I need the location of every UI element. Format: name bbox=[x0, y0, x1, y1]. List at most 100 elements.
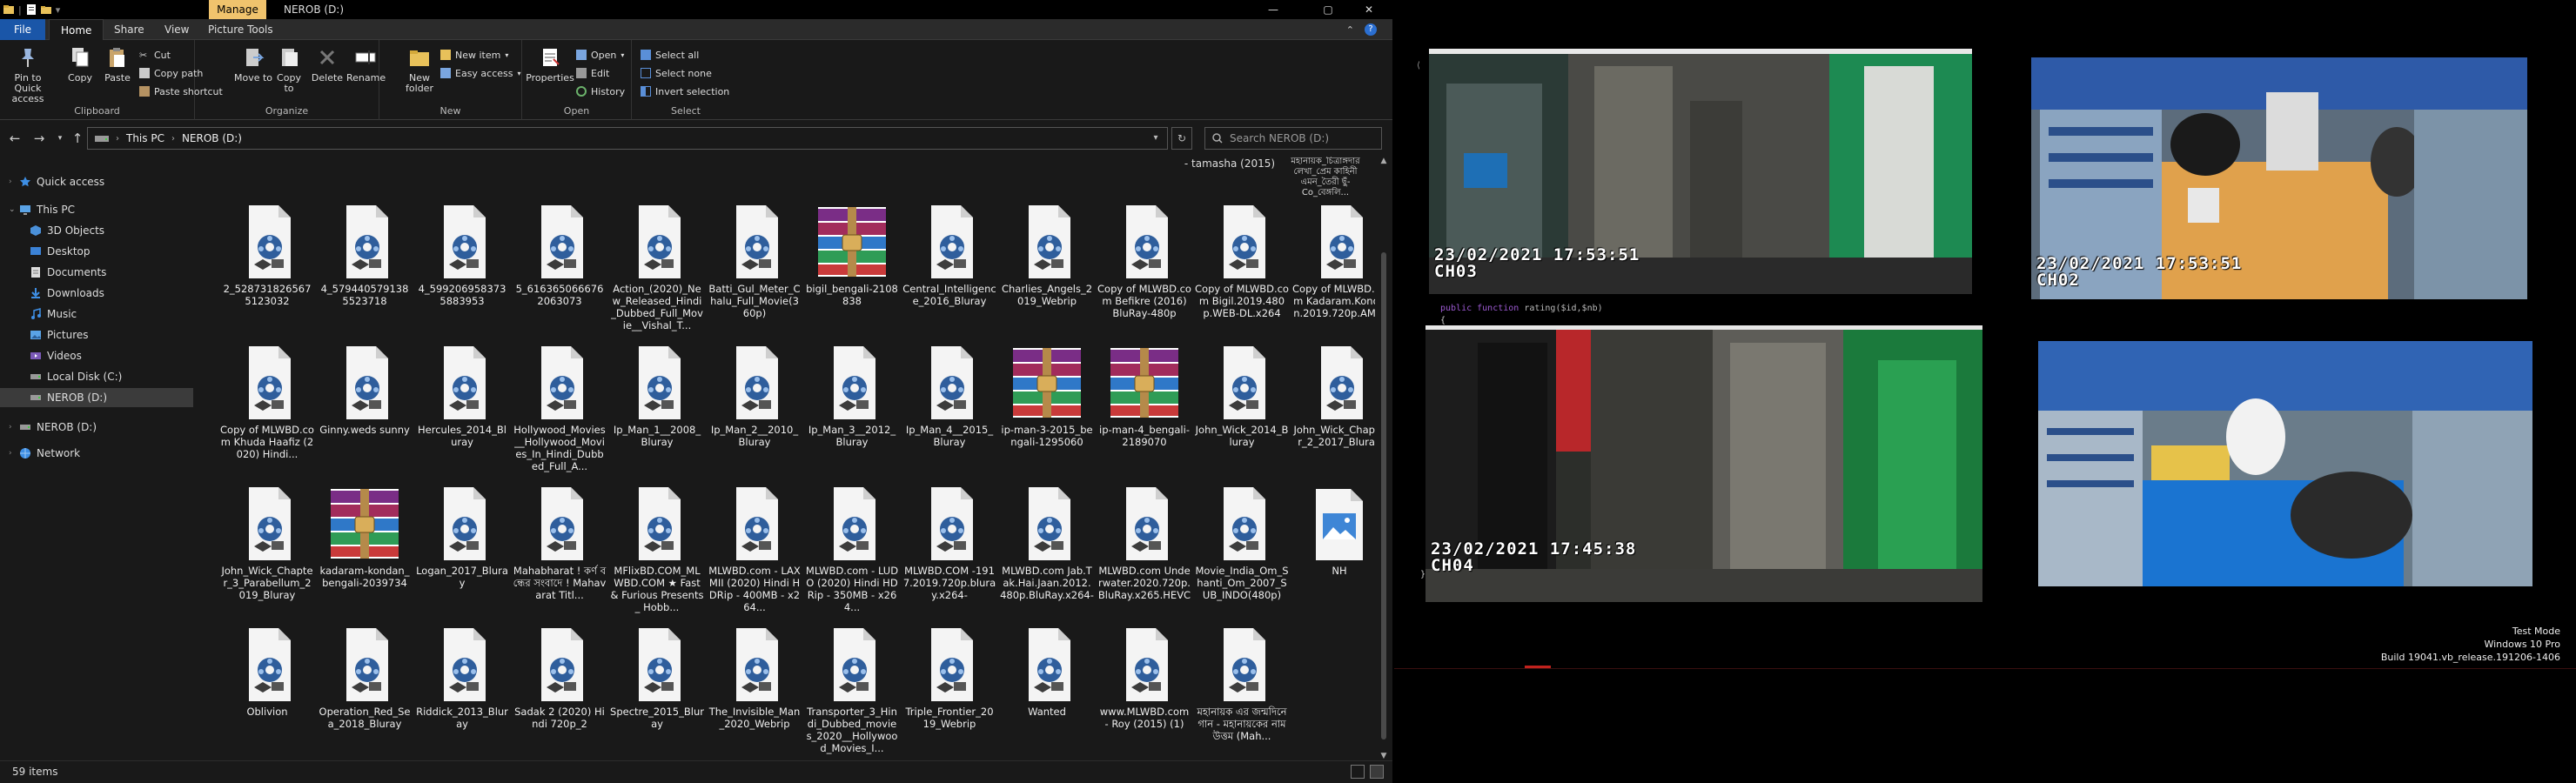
history-button[interactable]: History bbox=[576, 84, 625, 99]
file-item[interactable]: John_Wick_Chapter_3_Parabellum_2019_Blur… bbox=[219, 485, 315, 625]
file-item[interactable]: Mahabharat ! কৰ্ণ বন্ধের সংবাদে ! Mahava… bbox=[512, 485, 607, 625]
large-icons-view-icon[interactable] bbox=[1370, 765, 1384, 779]
nav-desktop[interactable]: Desktop bbox=[0, 242, 193, 261]
partial-file-label[interactable]: - tamasha (2015) bbox=[1178, 158, 1281, 170]
easy-access-button[interactable]: Easy access ▾ bbox=[440, 65, 521, 81]
maximize-button[interactable]: ▢ bbox=[1308, 0, 1348, 19]
file-item[interactable]: Ip_Man_1__2008_Bluray bbox=[609, 345, 705, 484]
file-item[interactable]: Batti_Gul_Meter_Chalu_Full_Movie(360p) bbox=[707, 204, 802, 343]
new-item-button[interactable]: New item ▾ bbox=[440, 47, 508, 63]
file-item[interactable]: kadaram-kondan_bengali-2039734 bbox=[317, 485, 413, 625]
file-item[interactable]: Central_Intelligence_2016_Bluray bbox=[902, 204, 997, 343]
file-item[interactable]: Spectre_2015_Bluray bbox=[609, 626, 705, 760]
new-folder-icon[interactable] bbox=[40, 3, 51, 16]
file-item[interactable]: Copy of MLWBD.com Befikre (2016) BluRay-… bbox=[1097, 204, 1192, 343]
close-button[interactable]: ✕ bbox=[1349, 0, 1389, 19]
breadcrumb-drive[interactable]: NEROB (D:) bbox=[182, 132, 242, 144]
file-item[interactable]: Ip_Man_3__2012_Bluray bbox=[804, 345, 900, 484]
nav-nerob-drive[interactable]: › NEROB (D:) bbox=[0, 418, 193, 437]
file-item[interactable]: www.MLWBD.com - Roy (2015) (1) bbox=[1097, 626, 1192, 760]
back-button[interactable]: ← bbox=[7, 130, 23, 146]
nav-3d-objects[interactable]: 3D Objects bbox=[0, 221, 193, 240]
delete-button[interactable]: Delete bbox=[310, 45, 345, 84]
paste-button[interactable]: Paste bbox=[97, 45, 138, 84]
tab-home[interactable]: Home bbox=[49, 19, 104, 41]
file-item[interactable]: Logan_2017_Bluray bbox=[414, 485, 510, 625]
file-item[interactable]: Hollywood_Movies__Hollywood_Movies_In_Hi… bbox=[512, 345, 607, 484]
file-item[interactable]: 5_6163650666762063073 bbox=[512, 204, 607, 343]
cut-button[interactable]: ✂ Cut bbox=[139, 47, 171, 63]
file-item[interactable]: Action_(2020)_New_Released_Hindi_Dubbed_… bbox=[609, 204, 705, 343]
file-item[interactable]: Movie_India_Om_Shanti_Om_2007_SUB_INDO(4… bbox=[1194, 485, 1290, 625]
file-item[interactable]: Oblivion bbox=[219, 626, 315, 760]
up-button[interactable]: ↑ bbox=[70, 130, 85, 146]
file-item[interactable]: Ip_Man_4__2015_Bluray bbox=[902, 345, 997, 484]
forward-button[interactable]: → bbox=[31, 130, 47, 146]
copy-button[interactable]: Copy bbox=[61, 45, 99, 84]
pin-quick-access-button[interactable]: Pin to Quick access bbox=[5, 45, 50, 104]
address-bar[interactable]: › This PC › NEROB (D:) bbox=[87, 127, 1168, 150]
refresh-button[interactable]: ↻ bbox=[1171, 127, 1192, 150]
nav-documents[interactable]: Documents bbox=[0, 263, 193, 282]
file-item[interactable]: Triple_Frontier_2019_Webrip bbox=[902, 626, 997, 760]
details-view-icon[interactable] bbox=[1351, 765, 1365, 779]
customize-qat-icon[interactable]: ▾ bbox=[56, 4, 61, 16]
file-item[interactable]: Charlies_Angels_2019_Webrip bbox=[999, 204, 1095, 343]
file-item[interactable]: The_Invisible_Man_2020_Webrip bbox=[707, 626, 802, 760]
file-item[interactable]: bigil_bengali-2108838 bbox=[804, 204, 900, 343]
file-item[interactable]: MFlixBD.COM_MLWBD.COM ★ Fast & Furious P… bbox=[609, 485, 705, 625]
file-item[interactable]: MLWBD.com - LUDO (2020) Hindi HDRip - 35… bbox=[804, 485, 900, 625]
file-item[interactable]: NH bbox=[1291, 485, 1375, 625]
breadcrumb-this-pc[interactable]: This PC bbox=[126, 132, 164, 144]
tab-share[interactable]: Share bbox=[103, 19, 156, 40]
select-none-button[interactable]: Select none bbox=[641, 65, 712, 81]
search-box[interactable] bbox=[1204, 127, 1382, 150]
manage-tab[interactable]: Manage bbox=[209, 0, 266, 19]
file-item[interactable]: Operation_Red_Sea_2018_Bluray bbox=[317, 626, 413, 760]
nav-music[interactable]: Music bbox=[0, 304, 193, 324]
help-icon[interactable]: ? bbox=[1365, 23, 1377, 36]
scroll-thumb[interactable] bbox=[1381, 252, 1386, 740]
file-item[interactable]: ip-man-3-2015_bengali-1295060 bbox=[999, 345, 1095, 484]
collapse-ribbon-icon[interactable]: ⌃ bbox=[1346, 24, 1354, 36]
file-item[interactable]: Riddick_2013_Bluray bbox=[414, 626, 510, 760]
move-to-button[interactable]: Move to bbox=[233, 45, 273, 84]
nav-local-disk[interactable]: Local Disk (C:) bbox=[0, 367, 193, 386]
file-item[interactable]: MLWBD.com Jab.Tak.Hai.Jaan.2012.480p.Blu… bbox=[999, 485, 1095, 625]
tab-picture-tools[interactable]: Picture Tools bbox=[197, 19, 285, 40]
copy-to-button[interactable]: Copy to bbox=[272, 45, 306, 94]
nav-network[interactable]: › Network bbox=[0, 444, 193, 463]
partial-file-label[interactable]: মহানায়ক_চিত্রাঙ্গদার লেখা_প্রেম কাহিনী … bbox=[1278, 157, 1373, 198]
properties-button[interactable]: Properties bbox=[526, 45, 574, 84]
nav-this-pc[interactable]: ⌄ This PC bbox=[0, 200, 193, 219]
search-input[interactable] bbox=[1230, 132, 1369, 144]
file-item[interactable]: 4_5794405791385523718 bbox=[317, 204, 413, 343]
invert-selection-button[interactable]: Invert selection bbox=[641, 84, 729, 99]
file-item[interactable]: 2_5287318265675123032 bbox=[219, 204, 315, 343]
edit-button[interactable]: Edit bbox=[576, 65, 609, 81]
copy-path-button[interactable]: Copy path bbox=[139, 65, 203, 81]
minimize-button[interactable]: — bbox=[1253, 0, 1293, 19]
tab-file[interactable]: File bbox=[0, 19, 45, 40]
tab-view[interactable]: View bbox=[153, 19, 200, 40]
file-item[interactable]: Copy of MLWBD.com Bigil.2019.480p.WEB-DL… bbox=[1194, 204, 1290, 343]
file-item[interactable]: মহানায়ক এর জন্মদিনে গান - মহানায়কের না… bbox=[1194, 626, 1290, 760]
nav-pictures[interactable]: Pictures bbox=[0, 325, 193, 345]
file-item[interactable]: Sadak 2 (2020) Hindi 720p_2 bbox=[512, 626, 607, 760]
nav-downloads[interactable]: Downloads bbox=[0, 284, 193, 303]
file-item[interactable]: ip-man-4_bengali-2189070 bbox=[1097, 345, 1192, 484]
address-dropdown-icon[interactable]: ▾ bbox=[1145, 127, 1166, 150]
file-item[interactable]: MLWBD.COM -1917.2019.720p.bluray.x264- bbox=[902, 485, 997, 625]
new-folder-button[interactable]: New folder bbox=[400, 45, 439, 94]
file-item[interactable]: Copy of MLWBD.com Kadaram.Kondan.2019.72… bbox=[1291, 204, 1375, 343]
select-all-button[interactable]: Select all bbox=[641, 47, 699, 63]
file-item[interactable]: Wanted bbox=[999, 626, 1095, 760]
properties-icon[interactable] bbox=[26, 3, 37, 16]
file-item[interactable]: Transporter_3_Hindi_Dubbed_movies_2020__… bbox=[804, 626, 900, 760]
file-item[interactable]: Copy of MLWBD.com Khuda Haafiz (2020) Hi… bbox=[219, 345, 315, 484]
nav-videos[interactable]: Videos bbox=[0, 346, 193, 365]
scroll-up-icon[interactable]: ▲ bbox=[1377, 157, 1391, 165]
file-item[interactable]: Hercules_2014_Bluray bbox=[414, 345, 510, 484]
nav-nerob-drive-selected[interactable]: NEROB (D:) bbox=[0, 388, 193, 407]
file-item[interactable]: John_Wick_Chapter_2_2017_Bluray bbox=[1291, 345, 1375, 484]
